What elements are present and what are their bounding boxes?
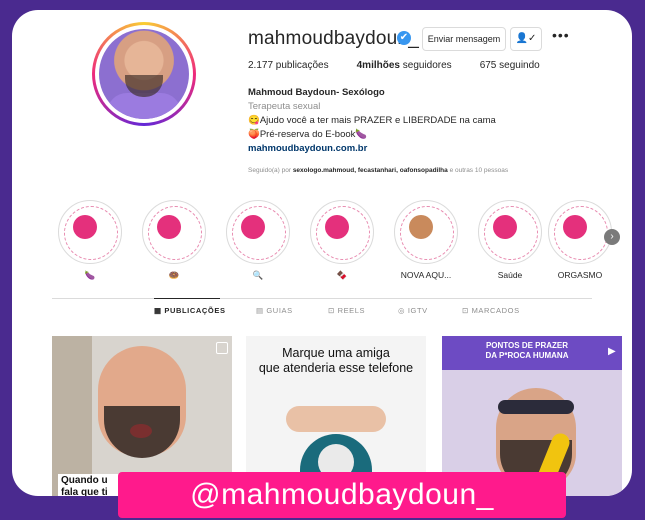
highlight-item[interactable]: 🍆	[50, 200, 130, 282]
bio-line: 🍑Pré-reserva do E-book🍆	[248, 129, 368, 140]
highlight-cover	[226, 200, 290, 264]
profile-card: mahmoudbaydoun_ ✔ Enviar mensagem 👤✓ •••…	[12, 10, 632, 496]
following-dropdown-button[interactable]: 👤✓	[510, 27, 542, 51]
highlight-label: 🍫	[336, 270, 348, 280]
handle-overlay-banner: @mahmoudbaydoun_	[118, 472, 566, 518]
highlight-label: 🍆	[84, 270, 96, 280]
highlight-graphic-icon	[563, 215, 587, 239]
send-message-button[interactable]: Enviar mensagem	[422, 27, 506, 51]
post-photo	[286, 406, 386, 432]
highlight-graphic-icon	[325, 215, 349, 239]
profile-stats: 2.177 publicações 4milhões seguidores 67…	[248, 60, 540, 71]
tab-igtv[interactable]: ◎ IGTV	[398, 306, 428, 315]
highlight-cover	[478, 200, 542, 264]
play-icon: ▶	[608, 346, 616, 357]
highlight-label: 🔍	[252, 270, 264, 280]
highlight-label: Saúde	[497, 270, 523, 280]
profile-bio: Mahmoud Baydoun- Sexólogo Terapeuta sexu…	[248, 86, 496, 156]
bio-line: 😋Ajudo você a ter mais PRAZER e LIBERDAD…	[248, 115, 496, 126]
profile-username: mahmoudbaydoun_	[248, 28, 419, 49]
post-caption: Marque uma amiga que atenderia esse tele…	[258, 346, 414, 375]
bookshelf-background	[52, 336, 92, 496]
profile-tabs: ▦ PUBLICAÇÕES ▤ GUIAS ⊡ REELS ◎ IGTV ⊡ M…	[12, 306, 632, 326]
highlight-cover	[310, 200, 374, 264]
highlights-next-arrow-icon[interactable]: ›	[604, 229, 620, 245]
highlight-item[interactable]: 🍫	[302, 200, 382, 282]
highlight-cover	[394, 200, 458, 264]
followed-by-text[interactable]: Seguido(a) por sexologo.mahmoud, fecasta…	[248, 167, 508, 174]
highlight-label: NOVA AQU...	[400, 270, 452, 280]
highlight-item[interactable]: 🍩	[134, 200, 214, 282]
sleep-mask	[498, 400, 574, 414]
tab-reels[interactable]: ⊡ REELS	[328, 306, 365, 315]
highlight-item[interactable]: 🔍	[218, 200, 298, 282]
highlight-cover	[142, 200, 206, 264]
highlight-graphic-icon	[241, 215, 265, 239]
highlight-graphic-icon	[157, 215, 181, 239]
bio-link[interactable]: mahmoudbaydoun.com.br	[248, 142, 496, 156]
highlight-cover	[548, 200, 612, 264]
post-caption: PONTOS DE PRAZER DA P*ROCA HUMANA	[485, 341, 569, 360]
highlight-cover	[58, 200, 122, 264]
posts-count: 2.177 publicações	[248, 60, 329, 71]
tab-tagged[interactable]: ⊡ MARCADOS	[462, 306, 520, 315]
tab-posts[interactable]: ▦ PUBLICAÇÕES	[154, 306, 226, 315]
highlight-graphic-icon	[409, 215, 433, 239]
highlight-item[interactable]: NOVA AQU...	[386, 200, 466, 282]
highlight-label: 🍩	[168, 270, 180, 280]
highlight-graphic-icon	[73, 215, 97, 239]
followers-count[interactable]: 4milhões seguidores	[357, 60, 452, 71]
avatar-photo	[99, 29, 189, 119]
verified-badge-icon: ✔	[397, 31, 411, 45]
bio-category: Terapeuta sexual	[248, 101, 321, 112]
active-tab-indicator	[154, 298, 220, 299]
bio-name: Mahmoud Baydoun- Sexólogo	[248, 87, 385, 98]
reel-icon	[216, 342, 228, 354]
highlight-item[interactable]: Saúde	[470, 200, 550, 282]
profile-avatar[interactable]	[92, 22, 196, 126]
more-options-icon[interactable]: •••	[552, 27, 570, 43]
following-count[interactable]: 675 seguindo	[480, 60, 540, 71]
highlight-graphic-icon	[493, 215, 517, 239]
highlight-label: ORGASMO	[557, 270, 603, 280]
tab-guides[interactable]: ▤ GUIAS	[256, 306, 293, 315]
tabs-divider	[52, 298, 592, 299]
